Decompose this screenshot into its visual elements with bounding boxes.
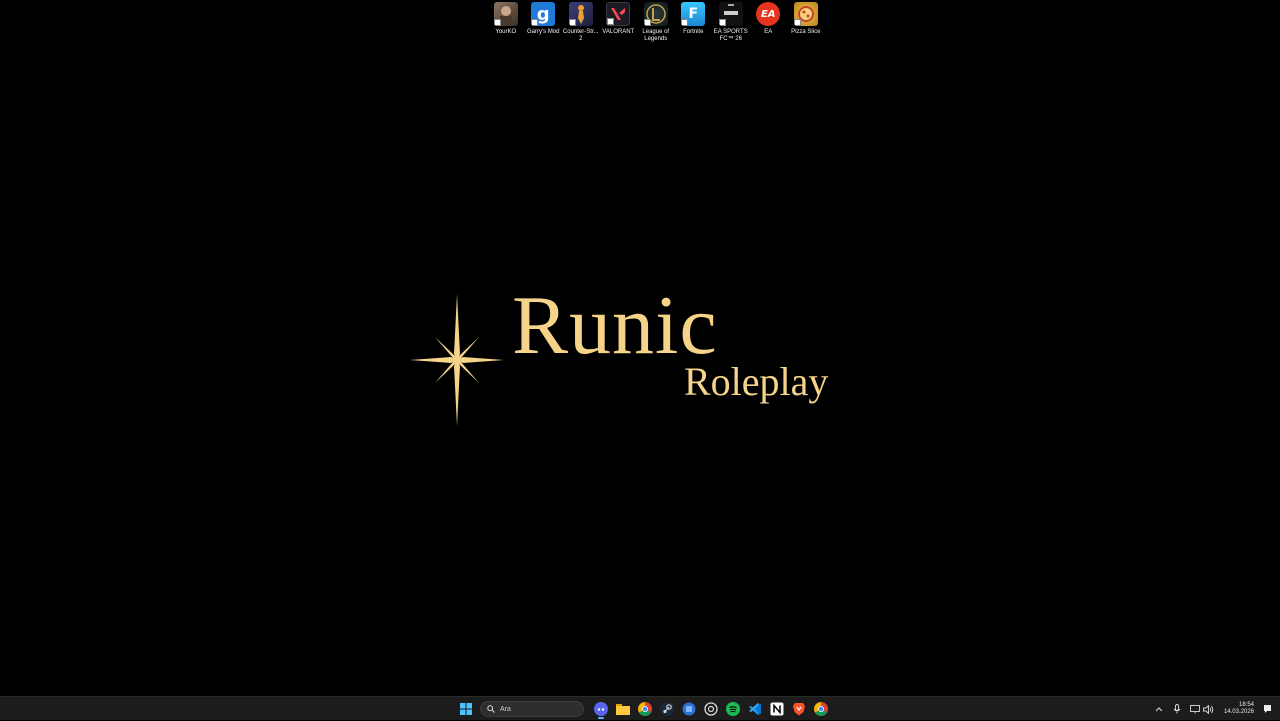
- desktop-icon-valorant[interactable]: VALORANT: [600, 2, 638, 43]
- steam-icon: [660, 702, 674, 716]
- taskbar-app-chatgpt[interactable]: [700, 699, 722, 719]
- system-tray: 18:54 14.03.2026: [1152, 697, 1280, 721]
- taskbar-app-file-explorer[interactable]: [612, 699, 634, 719]
- taskbar-center: Ara: [455, 699, 832, 719]
- taskbar-app-google-chrome[interactable]: [810, 699, 832, 719]
- taskbar-app-vscode[interactable]: [744, 699, 766, 719]
- desktop-icon-ea-sports-fc[interactable]: EA SPORTS FC™ 26: [712, 2, 750, 43]
- fortnite-icon: F: [681, 2, 706, 26]
- pizza-slice-icon: [793, 2, 818, 26]
- spotify-icon: [726, 702, 740, 716]
- desktop-icon-counter-strike[interactable]: Counter-Str... 2: [562, 2, 600, 43]
- desktop-icon-label: YourKO: [495, 29, 517, 35]
- discord-icon: [594, 702, 608, 716]
- desktop-icon-label: Fortnite: [683, 29, 704, 35]
- four-point-star-icon: [410, 294, 504, 426]
- desktop-icon-label: Pizza Slice: [791, 29, 821, 35]
- speaker-icon: [1203, 704, 1214, 714]
- ea-sports-fc-icon: [718, 2, 743, 26]
- brave-icon: [793, 703, 805, 716]
- league-of-legends-icon: [643, 2, 668, 26]
- taskbar-app-chrome[interactable]: [634, 699, 656, 719]
- google-chrome-icon: [814, 702, 828, 716]
- clock-time: 18:54: [1238, 702, 1254, 708]
- taskbar-search-box[interactable]: Ara: [480, 701, 584, 717]
- logo-subtitle: Roleplay: [684, 359, 829, 404]
- taskbar-app-spotify[interactable]: [722, 699, 744, 719]
- desktop-icon-row: YourKO g Garry's Mod Counter-Str... 2 VA…: [487, 2, 825, 43]
- search-placeholder: Ara: [500, 705, 511, 713]
- file-explorer-icon: [616, 704, 630, 715]
- clock-date: 14.03.2026: [1223, 709, 1254, 715]
- taskbar-app-brave[interactable]: [788, 699, 810, 719]
- wallpaper-logo: Runic Roleplay: [408, 284, 868, 432]
- ea-icon: EA: [756, 2, 781, 26]
- desktop-icon-label: EA: [764, 29, 773, 35]
- logo-title: Runic: [512, 279, 718, 372]
- show-hidden-icons-button[interactable]: [1152, 701, 1166, 717]
- valorant-icon: [606, 2, 631, 26]
- windows-icon: [460, 703, 472, 715]
- microphone-button[interactable]: [1170, 701, 1184, 717]
- taskbar-clock[interactable]: 18:54 14.03.2026: [1224, 702, 1254, 716]
- taskbar-app-bluestacks[interactable]: [678, 699, 700, 719]
- notifications-button[interactable]: [1260, 701, 1274, 717]
- desktop-icon-league-of-legends[interactable]: League of Legends: [637, 2, 675, 43]
- chevron-up-icon: [1155, 707, 1163, 712]
- desktop-icon-ea[interactable]: EA EA: [750, 2, 788, 43]
- desktop-icon-garrys-mod[interactable]: g Garry's Mod: [525, 2, 563, 43]
- notion-icon: [770, 702, 784, 716]
- desktop-icon-label: Garry's Mod: [527, 29, 560, 35]
- taskbar: Ara 18:54 14.03.2026: [0, 696, 1280, 720]
- chatgpt-icon: [704, 702, 718, 716]
- network-icon: [1190, 704, 1200, 713]
- desktop-icon-label: EA SPORTS FC™ 26: [713, 29, 748, 42]
- taskbar-app-notion[interactable]: [766, 699, 788, 719]
- notification-icon: [1263, 705, 1271, 713]
- microphone-icon: [1173, 704, 1181, 714]
- volume-button[interactable]: [1202, 701, 1216, 717]
- network-button[interactable]: [1188, 701, 1202, 717]
- search-icon: [487, 705, 495, 713]
- chrome-icon: [638, 702, 652, 716]
- taskbar-app-discord[interactable]: [590, 699, 612, 719]
- counter-strike-icon: [568, 2, 593, 26]
- taskbar-app-steam[interactable]: [656, 699, 678, 719]
- desktop-icon-fortnite[interactable]: F Fortnite: [675, 2, 713, 43]
- desktop-icon-label: VALORANT: [602, 29, 635, 35]
- desktop-icon-label: League of Legends: [642, 29, 670, 42]
- vscode-icon: [749, 703, 761, 715]
- desktop-icon-pizza-slice[interactable]: Pizza Slice: [787, 2, 825, 43]
- start-button[interactable]: [455, 699, 477, 719]
- desktop-icon-label: Counter-Str... 2: [562, 29, 599, 42]
- desktop: YourKO g Garry's Mod Counter-Str... 2 VA…: [0, 0, 1280, 696]
- yourko-icon: [493, 2, 518, 26]
- garrys-mod-icon: g: [531, 2, 556, 26]
- desktop-icon-yourko[interactable]: YourKO: [487, 2, 525, 43]
- bluestacks-icon: [682, 702, 696, 716]
